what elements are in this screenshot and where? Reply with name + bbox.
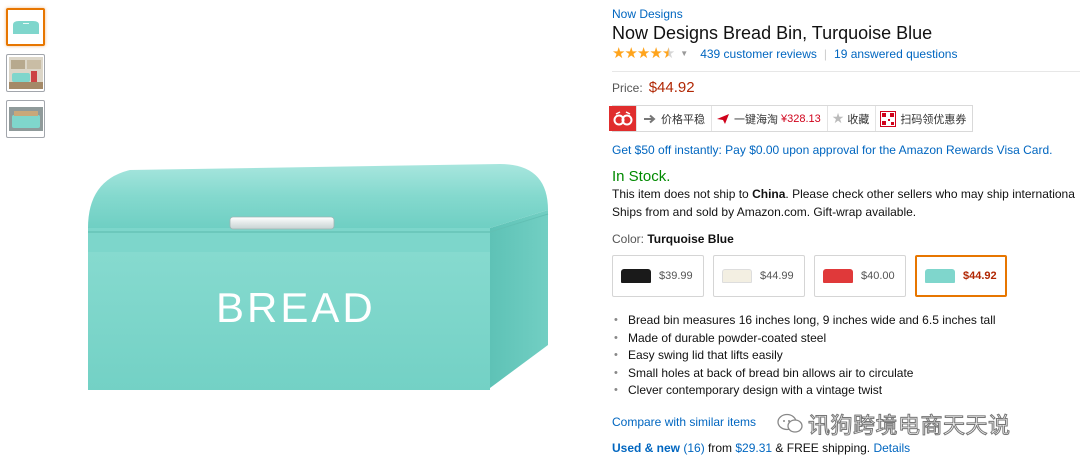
haitao-label: 一键海淘	[734, 113, 778, 126]
rating-row: ★ ★ ★ ★ ★ ▼ 439 customer reviews | 19 an…	[612, 46, 957, 61]
open-bin-thumb-image	[8, 107, 43, 131]
color-value: Turquoise Blue	[647, 232, 734, 246]
watermark: 讯狗跨境电商天天说	[776, 408, 1011, 440]
swatch-cream[interactable]: $44.99	[713, 255, 805, 297]
star-rating[interactable]: ★ ★ ★ ★ ★	[612, 45, 675, 62]
browser-extension-toolbar: 价格平稳 一键海淘 ¥328.13 ★ 收藏 扫码领优惠券	[609, 105, 974, 132]
favorite-button[interactable]: ★ 收藏	[828, 106, 877, 131]
star-icon: ★	[636, 45, 650, 62]
used-from: from	[704, 441, 736, 455]
swatch-image	[722, 269, 752, 283]
thumbnail-3[interactable]	[6, 100, 45, 138]
customer-reviews-link[interactable]: 439 customer reviews	[700, 47, 817, 61]
swatch-turquoise[interactable]: $44.92	[915, 255, 1007, 297]
brand-link[interactable]: Now Designs	[612, 7, 683, 21]
color-label: Color:	[612, 232, 645, 246]
ships-from-text: Ships from and sold by Amazon.com. Gift-…	[612, 205, 917, 219]
swatch-red[interactable]: $40.00	[814, 255, 906, 297]
color-swatches: $39.99 $44.99 $40.00 $44.92	[612, 255, 1016, 297]
feature-bullet: Clever contemporary design with a vintag…	[612, 382, 996, 400]
swatch-image	[823, 269, 853, 283]
price-row: Price: $44.92	[612, 79, 695, 96]
used-and-new-row: Used & new (16) from $29.31 & FREE shipp…	[612, 441, 910, 455]
used-price: $29.31	[735, 441, 773, 455]
answered-questions-link[interactable]: 19 answered questions	[834, 47, 957, 61]
coupon-label: 扫码领优惠券	[900, 113, 967, 126]
used-shipping: & FREE shipping.	[772, 441, 871, 455]
swatch-price: $44.99	[760, 270, 794, 282]
swatch-price: $39.99	[659, 270, 693, 282]
price-label: Price:	[612, 81, 643, 95]
swatch-image	[925, 269, 955, 283]
swatch-image	[621, 269, 651, 283]
feature-bullet: Easy swing lid that lifts easily	[612, 347, 996, 365]
compare-similar-link[interactable]: Compare with similar items	[612, 415, 756, 429]
feature-bullet: Bread bin measures 16 inches long, 9 inc…	[612, 312, 996, 330]
half-star-icon: ★	[661, 45, 675, 62]
chevron-down-icon[interactable]: ▼	[680, 49, 688, 58]
feature-bullets: Bread bin measures 16 inches long, 9 inc…	[612, 312, 996, 400]
favorite-label: 收藏	[847, 113, 870, 126]
separator: |	[823, 46, 828, 61]
star-icon: ★	[649, 45, 662, 62]
thumbnail-2[interactable]	[6, 54, 45, 92]
product-title: Now Designs Bread Bin, Turquoise Blue	[612, 23, 933, 43]
bread-bin-thumb-image	[12, 21, 39, 34]
qr-code-icon	[880, 110, 897, 127]
swatch-price: $44.92	[963, 270, 997, 282]
feature-bullet: Small holes at back of bread bin allows …	[612, 365, 996, 383]
coupon-button[interactable]: 扫码领优惠券	[876, 106, 972, 131]
airplane-icon	[717, 113, 729, 124]
shipping-note: This item does not ship to China. Please…	[612, 187, 1075, 201]
star-icon: ★	[624, 45, 637, 62]
divider	[612, 71, 1080, 72]
color-row: Color: Turquoise Blue	[612, 232, 734, 246]
haitao-price: ¥328.13	[781, 112, 821, 125]
thumbnail-1[interactable]	[6, 8, 45, 46]
bread-lettering: BREAD	[216, 284, 376, 331]
thumbnail-strip	[6, 8, 46, 146]
extension-logo-icon[interactable]	[609, 106, 637, 131]
swatch-price: $40.00	[861, 270, 895, 282]
price-trend-label: 价格平稳	[661, 113, 705, 126]
details-link[interactable]: Details	[873, 441, 910, 455]
main-product-image: BREAD	[60, 100, 580, 430]
shipping-note-prefix: This item does not ship to	[612, 187, 753, 201]
price-trend-button[interactable]: 价格平稳	[639, 106, 712, 131]
kitchen-thumb-image	[8, 57, 43, 89]
rewards-card-promo-link[interactable]: Get $50 off instantly: Pay $0.00 upon ap…	[612, 143, 1052, 157]
star-icon: ★	[612, 45, 625, 62]
star-outline-icon: ★	[831, 110, 845, 126]
chat-bubble-icon	[777, 413, 803, 433]
watermark-text: 讯狗跨境电商天天说	[808, 414, 1011, 440]
stock-status: In Stock.	[612, 168, 671, 185]
shipping-country: China	[752, 187, 786, 201]
shipping-note-suffix: . Please check other sellers who may shi…	[785, 187, 1075, 201]
swatch-black[interactable]: $39.99	[612, 255, 704, 297]
used-and-new-link[interactable]: Used & new	[612, 441, 680, 455]
arrow-right-icon	[644, 114, 656, 123]
used-count[interactable]: (16)	[683, 441, 704, 455]
price-value: $44.92	[648, 79, 695, 96]
haitao-button[interactable]: 一键海淘 ¥328.13	[712, 106, 828, 131]
feature-bullet: Made of durable powder-coated steel	[612, 330, 996, 348]
